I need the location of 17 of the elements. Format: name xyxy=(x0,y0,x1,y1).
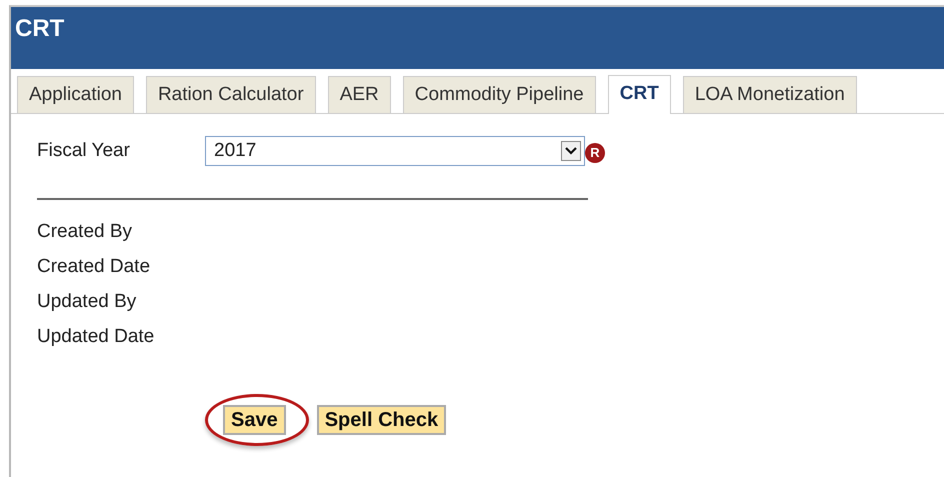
tab[interactable]: Application xyxy=(17,76,134,113)
field-label: Created Date xyxy=(37,255,152,279)
tab[interactable]: LOA Monetization xyxy=(682,76,857,113)
tab[interactable]: Commodity Pipeline xyxy=(402,76,596,113)
tab[interactable]: Ration Calculator xyxy=(146,76,316,113)
action-button[interactable]: Save xyxy=(223,405,286,435)
field-label: Updated By xyxy=(37,290,138,314)
field-label: Updated Date xyxy=(37,325,156,349)
field-label: Fiscal Year xyxy=(37,139,131,162)
action-button[interactable]: Spell Check xyxy=(316,405,446,435)
tab[interactable]: CRT xyxy=(608,75,671,114)
field-label: Created By xyxy=(37,220,134,244)
chevron-down-icon xyxy=(561,141,581,161)
tab[interactable]: AER xyxy=(328,76,391,113)
window-title: CRT xyxy=(15,15,64,43)
fiscal-year-dropdown[interactable]: 2017 xyxy=(205,136,585,166)
required-badge: R xyxy=(585,143,605,163)
